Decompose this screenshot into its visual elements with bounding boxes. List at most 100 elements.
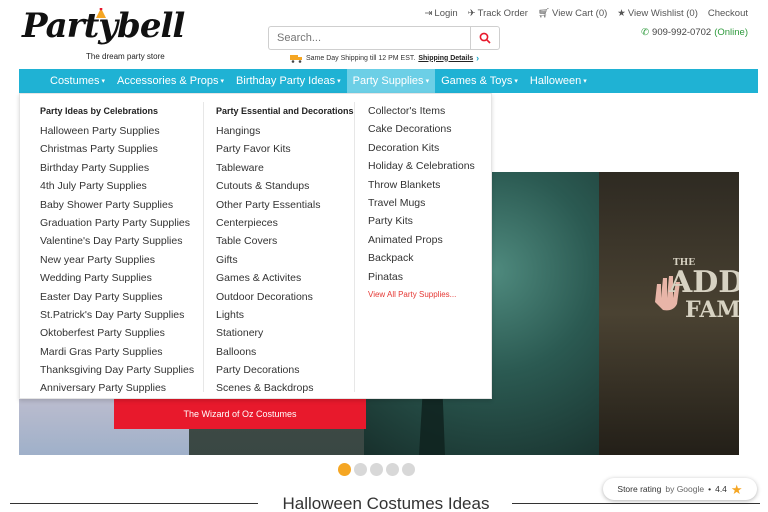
view-cart-link[interactable]: 🛒︎ View Cart (0) <box>538 8 607 19</box>
menu-item[interactable]: Anniversary Party Supplies <box>40 379 212 397</box>
caret-down-icon: ▾ <box>337 78 341 85</box>
phone-contact[interactable]: ✆ 909-992-0702 (Online) <box>641 27 748 38</box>
chevron-right-icon: › <box>476 53 480 63</box>
rating-source: by Google <box>665 484 705 494</box>
menu-column-title: Party Essential and Decorations <box>216 106 354 116</box>
menu-item[interactable]: Pinatas <box>368 268 494 286</box>
search-icon <box>479 32 491 44</box>
nav-item-birthday-party-ideas[interactable]: Birthday Party Ideas ▾ <box>230 69 347 93</box>
store-rating-badge[interactable]: Store rating by Google • 4.4 ★ <box>603 478 757 500</box>
caret-down-icon: ▾ <box>583 78 587 85</box>
menu-item[interactable]: Travel Mugs <box>368 194 494 212</box>
rating-separator: • <box>708 484 712 494</box>
wizard-of-oz-button[interactable]: The Wizard of Oz Costumes <box>114 399 366 429</box>
track-order-link[interactable]: ✈ Track Order <box>468 8 528 19</box>
addams-family-title: THE ADD FAM <box>669 258 739 323</box>
menu-item[interactable]: Other Party Essentials <box>216 196 353 214</box>
carousel-dots <box>338 463 415 476</box>
menu-item[interactable]: Party Kits <box>368 212 494 230</box>
nav-item-costumes[interactable]: Costumes ▾ <box>44 69 111 93</box>
menu-item[interactable]: Cutouts & Standups <box>216 177 353 195</box>
menu-item[interactable]: Cake Decorations <box>368 120 494 138</box>
logo-tagline: The dream party store <box>86 52 165 61</box>
menu-item[interactable]: Table Covers <box>216 232 353 250</box>
caret-down-icon: ▾ <box>425 78 430 85</box>
view-all-party-supplies-link[interactable]: View All Party Supplies... <box>368 286 494 304</box>
menu-item[interactable]: Oktoberfest Party Supplies <box>40 324 212 342</box>
nav-item-halloween[interactable]: Halloween ▾ <box>524 69 593 93</box>
section-title: Halloween Costumes Ideas <box>282 494 490 512</box>
carousel-dot[interactable] <box>338 463 351 476</box>
menu-item[interactable]: Thanksgiving Day Party Supplies <box>40 361 212 379</box>
account-links: ⇥ Login ✈ Track Order 🛒︎ View Cart (0) ★ Vie… <box>424 8 748 19</box>
menu-item[interactable]: Valentine's Day Party Supplies <box>40 232 212 250</box>
menu-item[interactable]: Backpack <box>368 249 494 267</box>
checkout-link[interactable]: Checkout <box>708 8 748 19</box>
shipping-notice: Same Day Shipping till 12 PM EST. Shippi… <box>290 53 479 63</box>
menu-item[interactable]: Halloween Party Supplies <box>40 122 212 140</box>
menu-item[interactable]: Hangings <box>216 122 353 140</box>
carousel-dot[interactable] <box>402 463 415 476</box>
menu-item[interactable]: Lights <box>216 306 353 324</box>
menu-item[interactable]: Collector's Items <box>368 102 494 120</box>
party-supplies-dropdown: Party Ideas by Celebrations Halloween Pa… <box>19 93 492 399</box>
caret-down-icon: ▾ <box>101 78 106 85</box>
menu-item[interactable]: Tableware <box>216 159 353 177</box>
search-input[interactable] <box>268 26 470 50</box>
divider <box>512 503 760 504</box>
menu-column-title: Party Ideas by Celebrations <box>40 106 159 116</box>
menu-item[interactable]: Throw Blankets <box>368 176 494 194</box>
menu-item[interactable]: Birthday Party Supplies <box>40 159 212 177</box>
menu-item[interactable]: Games & Activites <box>216 269 353 287</box>
menu-item[interactable]: Baby Shower Party Supplies <box>40 196 212 214</box>
menu-item[interactable]: Centerpieces <box>216 214 353 232</box>
divider <box>10 503 258 504</box>
caret-down-icon: ▾ <box>514 78 518 85</box>
site-logo[interactable]: Partybell The dream party store <box>18 6 185 64</box>
main-nav: Costumes ▾ Accessories & Props ▾ Birthday … <box>19 69 758 93</box>
rating-value: 4.4 <box>715 484 727 494</box>
nav-item-games-toys[interactable]: Games & Toys ▾ <box>435 69 524 93</box>
rating-label: Store rating <box>617 484 662 494</box>
nav-item-party-supplies[interactable]: Party Supplies ▾ <box>346 69 436 93</box>
carousel-dot[interactable] <box>386 463 399 476</box>
menu-column-celebrations: Party Ideas by Celebrations Halloween Pa… <box>40 104 212 398</box>
menu-item[interactable]: Gifts <box>216 251 353 269</box>
track-icon: ✈ <box>467 8 476 19</box>
nav-item-accessories-props[interactable]: Accessories & Props ▾ <box>111 69 230 93</box>
menu-item[interactable]: Wedding Party Supplies <box>40 269 212 287</box>
menu-item[interactable]: Scenes & Backdrops <box>216 379 353 397</box>
menu-item[interactable]: Holiday & Celebrations <box>368 157 494 175</box>
menu-item[interactable]: Decoration Kits <box>368 139 494 157</box>
view-wishlist-link[interactable]: ★ View Wishlist (0) <box>617 8 698 19</box>
menu-item[interactable]: Mardi Gras Party Supplies <box>40 343 212 361</box>
menu-item[interactable]: Party Decorations <box>216 361 353 379</box>
online-status: (Online) <box>714 27 748 38</box>
menu-item[interactable]: New year Party Supplies <box>40 251 212 269</box>
search-button[interactable] <box>470 26 500 50</box>
login-icon: ⇥ <box>424 8 433 19</box>
menu-item[interactable]: St.Patrick's Day Party Supplies <box>40 306 212 324</box>
carousel-dot[interactable] <box>354 463 367 476</box>
menu-item[interactable]: Easter Day Party Supplies <box>40 288 212 306</box>
phone-icon: ✆ <box>641 27 650 38</box>
menu-item[interactable]: Balloons <box>216 343 353 361</box>
menu-item[interactable]: Christmas Party Supplies <box>40 140 212 158</box>
menu-item[interactable]: Graduation Party Party Supplies <box>40 214 212 232</box>
carousel-dot[interactable] <box>370 463 383 476</box>
shipping-details-link[interactable]: Shipping Details <box>418 55 473 62</box>
menu-item[interactable]: 4th July Party Supplies <box>40 177 212 195</box>
star-icon: ★ <box>730 481 743 497</box>
search-bar <box>268 26 500 50</box>
menu-item[interactable]: Party Favor Kits <box>216 140 353 158</box>
cart-icon: 🛒︎ <box>537 8 551 19</box>
menu-item[interactable]: Stationery <box>216 324 353 342</box>
menu-column-essentials: Party Essential and Decorations Hangings… <box>203 102 354 394</box>
login-link[interactable]: ⇥ Login <box>424 8 457 19</box>
caret-down-icon: ▾ <box>220 78 225 85</box>
truck-icon <box>290 54 302 63</box>
shipping-text: Same Day Shipping till 12 PM EST. <box>306 54 416 62</box>
menu-item[interactable]: Animated Props <box>368 231 494 249</box>
phone-number: 909-992-0702 <box>652 27 712 38</box>
menu-item[interactable]: Outdoor Decorations <box>216 288 353 306</box>
